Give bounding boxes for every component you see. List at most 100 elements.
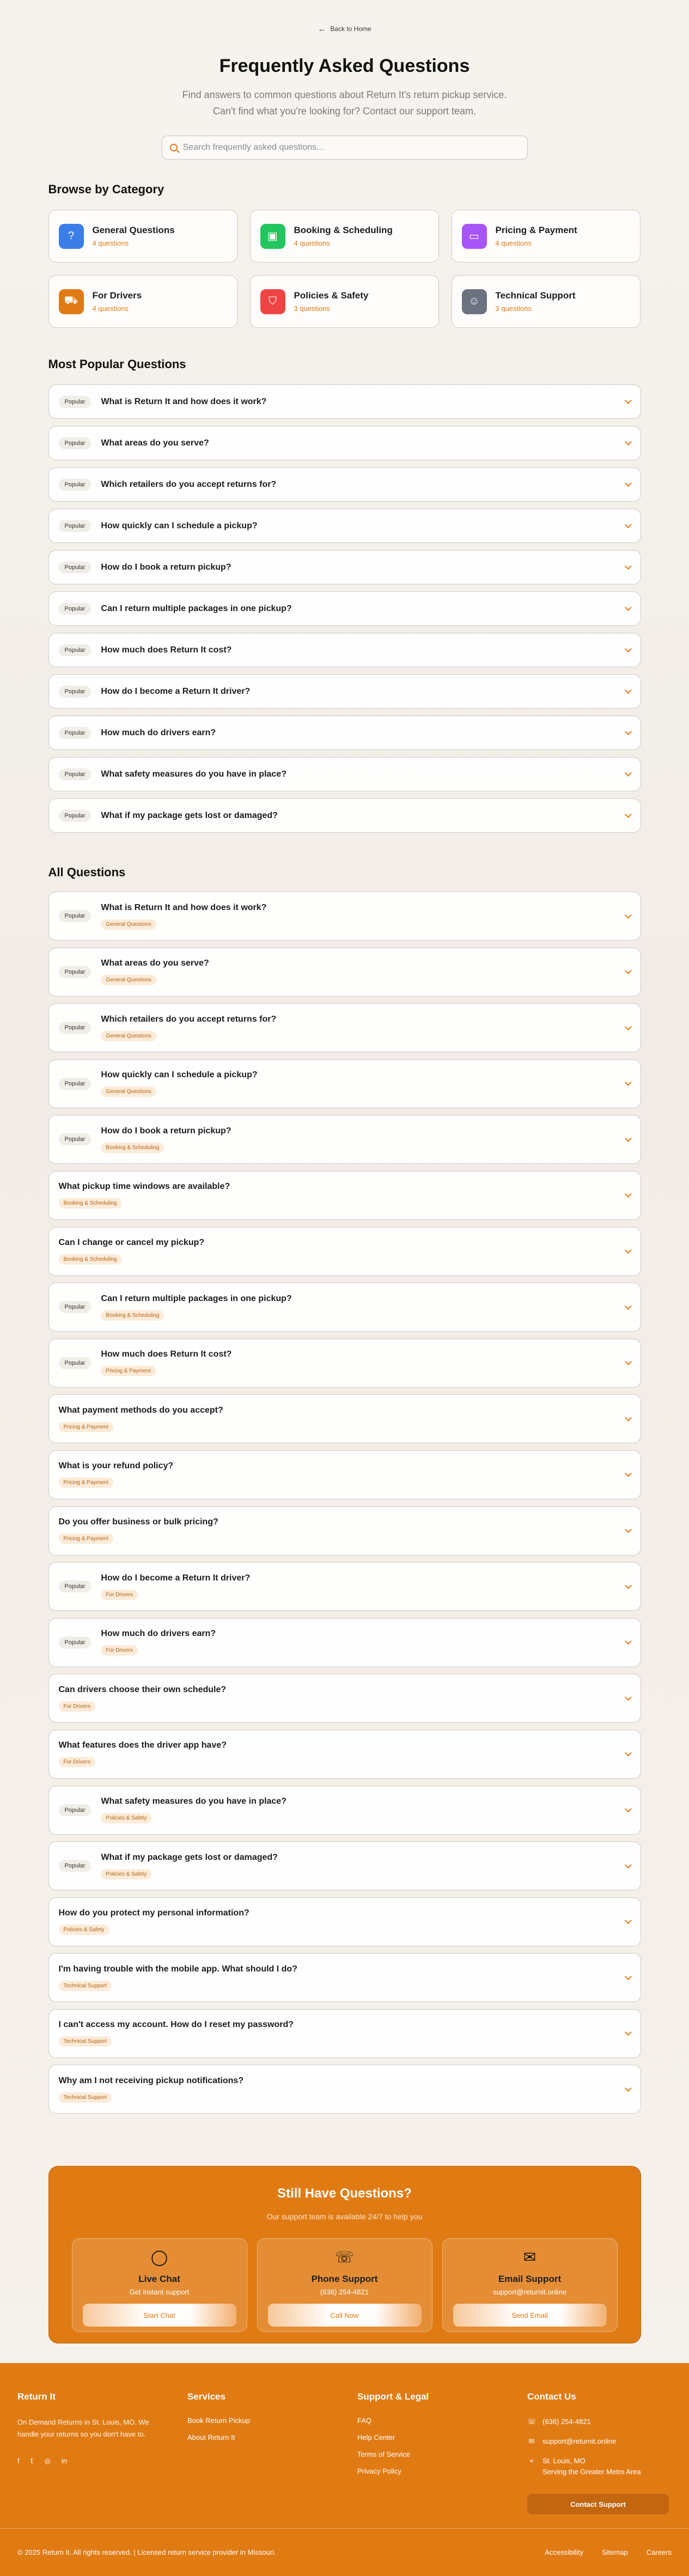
- faq-item-body: How much does Return It cost? Pricing & P…: [101, 1350, 615, 1377]
- category-card[interactable]: ? General Questions 4 questions: [48, 210, 237, 263]
- faq-item[interactable]: How do you protect my personal informati…: [48, 1897, 641, 1946]
- faq-item-body: I'm having trouble with the mobile app. …: [58, 1964, 616, 1991]
- footer-legal-link[interactable]: Careers: [647, 2548, 672, 2556]
- faq-item-body: What payment methods do you accept? Prici…: [58, 1405, 616, 1432]
- location-text: St. Louis, MO Serving the Greater Metro …: [542, 2456, 641, 2477]
- popular-badge: Popular: [58, 644, 92, 656]
- footer-service-link[interactable]: Book Return Pickup: [187, 2416, 357, 2425]
- footer-legal-link[interactable]: Sitemap: [602, 2548, 628, 2556]
- question-text: How much does Return It cost?: [101, 645, 232, 655]
- instagram-icon[interactable]: ◎: [45, 2457, 51, 2465]
- popular-question-item[interactable]: Popular What areas do you serve?: [48, 426, 641, 460]
- popular-question-item[interactable]: Popular What is Return It and how does it…: [48, 384, 641, 419]
- faq-item[interactable]: Popular How do I book a return pickup? Boo…: [48, 1115, 641, 1164]
- footer-service-link[interactable]: About Return It: [187, 2433, 357, 2441]
- faq-item[interactable]: Popular How do I become a Return It drive…: [48, 1562, 641, 1611]
- faq-item[interactable]: Can drivers choose their own schedule? Fo…: [48, 1674, 641, 1723]
- chevron-down-icon: [624, 397, 632, 404]
- support-card-button[interactable]: Start Chat: [82, 2304, 236, 2327]
- faq-item[interactable]: Popular What if my package gets lost or d…: [48, 1841, 641, 1891]
- popular-question-item[interactable]: Popular How quickly can I schedule a pick…: [48, 509, 641, 543]
- popular-question-item[interactable]: Popular What safety measures do you have …: [48, 757, 641, 791]
- popular-question-item[interactable]: Popular How much does Return It cost?: [48, 633, 641, 667]
- question-text: Do you offer business or bulk pricing?: [58, 1517, 218, 1527]
- faq-item[interactable]: Can I change or cancel my pickup? Booking…: [48, 1226, 641, 1276]
- faq-item-body: How quickly can I schedule a pickup? Gene…: [101, 1070, 615, 1097]
- faq-item[interactable]: Why am I not receiving pickup notificati…: [48, 2065, 641, 2114]
- faq-item[interactable]: What payment methods do you accept? Prici…: [48, 1394, 641, 1444]
- category-tag: Policies & Safety: [58, 1925, 109, 1936]
- footer-legal-link[interactable]: Accessibility: [545, 2548, 583, 2556]
- facebook-icon[interactable]: f: [17, 2457, 20, 2465]
- footer-support-link[interactable]: Privacy Policy: [357, 2467, 527, 2475]
- faq-item[interactable]: I can't access my account. How do I rese…: [48, 2009, 641, 2058]
- chevron-down-icon: [624, 438, 632, 445]
- help-circle-icon: ?: [58, 223, 84, 249]
- faq-item[interactable]: What pickup time windows are available? B…: [48, 1170, 641, 1220]
- chevron-down-icon: [624, 1693, 632, 1701]
- popular-question-item[interactable]: Popular How do I become a Return It drive…: [48, 674, 641, 709]
- faq-item-body: What areas do you serve? General Question…: [101, 959, 615, 986]
- faq-item[interactable]: I'm having trouble with the mobile app. …: [48, 1953, 641, 2003]
- category-tag: Booking & Scheduling: [101, 1310, 164, 1321]
- chevron-down-icon: [624, 1749, 632, 1757]
- chevron-down-icon: [624, 1470, 632, 1478]
- popular-question-item[interactable]: Popular How do I book a return pickup?: [48, 550, 641, 584]
- footer-support-link[interactable]: Help Center: [357, 2433, 527, 2441]
- chevron-down-icon: [624, 1805, 632, 1812]
- contact-phone[interactable]: ☏ (636) 254-4821: [527, 2416, 684, 2427]
- faq-item[interactable]: Popular What areas do you serve? General Q…: [48, 947, 641, 997]
- category-card[interactable]: ☺ Technical Support 3 questions: [451, 275, 641, 328]
- popular-question-item[interactable]: Popular Can I return multiple packages in…: [48, 591, 641, 626]
- category-card[interactable]: ▭ Pricing & Payment 4 questions: [451, 210, 641, 263]
- faq-item[interactable]: Popular What safety measures do you have …: [48, 1785, 641, 1835]
- faq-item-body: What is your refund policy? Pricing & Pay…: [58, 1461, 616, 1488]
- category-card[interactable]: ⛉ Policies & Safety 3 questions: [249, 275, 439, 328]
- question-text: What areas do you serve?: [101, 959, 209, 968]
- question-text: What payment methods do you accept?: [58, 1405, 223, 1415]
- back-to-home-link[interactable]: ← Back to Home: [48, 0, 641, 34]
- question-text: How much does Return It cost?: [101, 1350, 232, 1359]
- faq-item[interactable]: Popular Which retailers do you accept ret…: [48, 1003, 641, 1053]
- chevron-down-icon: [624, 1582, 632, 1589]
- twitter-icon[interactable]: 𝕥: [31, 2457, 34, 2465]
- footer: Return It On Demand Returns in St. Louis…: [0, 2363, 689, 2576]
- faq-item[interactable]: Popular What is Return It and how does it…: [48, 892, 641, 941]
- faq-item[interactable]: What is your refund policy? Pricing & Pay…: [48, 1450, 641, 1499]
- question-text: How do I become a Return It driver?: [101, 686, 251, 696]
- footer-support-link[interactable]: Terms of Service: [357, 2450, 527, 2458]
- question-text: What is your refund policy?: [58, 1461, 174, 1471]
- support-card-title: Live Chat: [138, 2274, 180, 2285]
- category-tag: General Questions: [101, 975, 156, 986]
- faq-item[interactable]: Popular How much does Return It cost? Pric…: [48, 1338, 641, 1388]
- faq-item-body: Can drivers choose their own schedule? Fo…: [58, 1685, 616, 1712]
- faq-item-body: What safety measures do you have in plac…: [101, 1797, 615, 1823]
- category-name: General Questions: [92, 225, 175, 235]
- search-input[interactable]: [182, 143, 520, 152]
- category-card[interactable]: ⛟ For Drivers 4 questions: [48, 275, 237, 328]
- chevron-down-icon: [624, 1079, 632, 1086]
- support-card-button[interactable]: Call Now: [267, 2304, 422, 2327]
- contact-support-button[interactable]: Contact Support: [527, 2494, 669, 2515]
- faq-item-body: How do I book a return pickup? Booking & …: [101, 1126, 615, 1153]
- truck-icon: ⛟: [58, 289, 84, 314]
- faq-item[interactable]: Do you offer business or bulk pricing? Pr…: [48, 1506, 641, 1555]
- chevron-down-icon: [624, 1861, 632, 1869]
- all-questions-list: Popular What is Return It and how does it…: [48, 892, 641, 2114]
- category-card[interactable]: ▣ Booking & Scheduling 4 questions: [249, 210, 439, 263]
- faq-item[interactable]: Popular How much do drivers earn? For Driv…: [48, 1617, 641, 1667]
- popular-question-item[interactable]: Popular What if my package gets lost or d…: [48, 798, 641, 833]
- contact-email[interactable]: ✉ support@returnit.online: [527, 2436, 684, 2447]
- chevron-down-icon: [624, 2029, 632, 2036]
- footer-support-link[interactable]: FAQ: [357, 2416, 527, 2425]
- popular-question-item[interactable]: Popular How much do drivers earn?: [48, 716, 641, 750]
- popular-question-item[interactable]: Popular Which retailers do you accept ret…: [48, 467, 641, 502]
- popular-badge: Popular: [58, 1022, 92, 1034]
- faq-item[interactable]: Popular Can I return multiple packages in…: [48, 1283, 641, 1332]
- support-card-button[interactable]: Send Email: [453, 2304, 607, 2327]
- category-tag: For Drivers: [101, 1645, 138, 1656]
- linkedin-icon[interactable]: in: [62, 2457, 67, 2465]
- faq-item[interactable]: What features does the driver app have? F…: [48, 1729, 641, 1779]
- faq-item[interactable]: Popular How quickly can I schedule a pick…: [48, 1059, 641, 1108]
- chevron-down-icon: [624, 604, 632, 611]
